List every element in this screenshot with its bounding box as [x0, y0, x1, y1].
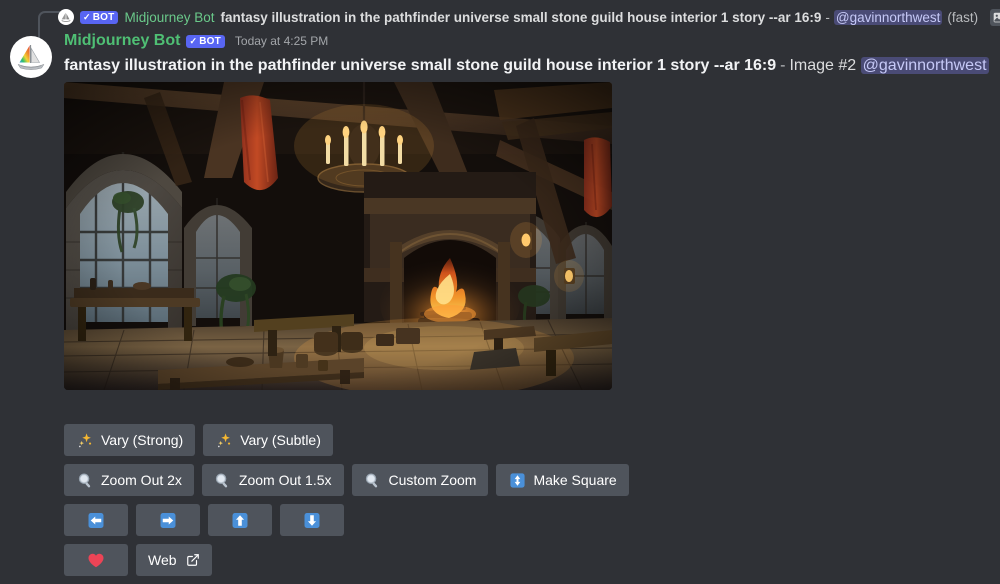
- sparkles-icon: [215, 431, 233, 449]
- arrow-down-icon: [303, 511, 321, 529]
- magnifier-icon: [364, 471, 382, 489]
- arrow-left-icon: [87, 511, 105, 529]
- message-timestamp: Today at 4:25 PM: [234, 34, 329, 48]
- button-row-actions: Web: [64, 544, 964, 576]
- sparkles-icon: [76, 431, 94, 449]
- pan-left-button[interactable]: [64, 504, 128, 536]
- bot-check-icon: ✓: [189, 35, 198, 46]
- arrow-right-icon: [159, 511, 177, 529]
- zoom-out-2x-button[interactable]: Zoom Out 2x: [64, 464, 194, 496]
- favorite-button[interactable]: [64, 544, 128, 576]
- pan-down-button[interactable]: [280, 504, 344, 536]
- pan-right-button[interactable]: [136, 504, 200, 536]
- midjourney-sailboat-avatar-icon: [13, 39, 49, 75]
- vary-strong-label: Vary (Strong): [101, 432, 184, 448]
- reply-prompt: fantasy illustration in the pathfinder u…: [220, 9, 822, 25]
- guild-house-interior-illustration: [64, 82, 612, 390]
- avatar[interactable]: [10, 36, 52, 78]
- component-button-rows: Vary (Strong) Vary (Subtle) Zoom Out 2x …: [64, 424, 964, 584]
- zoom-out-1-5x-label: Zoom Out 1.5x: [238, 472, 332, 488]
- vary-strong-button[interactable]: Vary (Strong): [64, 424, 196, 456]
- bot-check-icon: ✓: [83, 11, 91, 22]
- image-attachment-icon: [990, 8, 1000, 26]
- reply-mention[interactable]: @gavinnorthwest: [833, 9, 943, 25]
- message-content: fantasy illustration in the pathfinder u…: [64, 56, 1000, 76]
- button-row-pan: [64, 504, 964, 536]
- zoom-out-2x-label: Zoom Out 2x: [101, 472, 182, 488]
- reply-separator: -: [825, 9, 830, 25]
- message: Midjourney Bot ✓ BOT Today at 4:25 PM fan…: [0, 30, 1000, 576]
- button-row-vary: Vary (Strong) Vary (Subtle): [64, 424, 964, 456]
- web-label: Web: [148, 552, 177, 568]
- magnifier-icon: [214, 471, 232, 489]
- zoom-out-1-5x-button[interactable]: Zoom Out 1.5x: [201, 464, 344, 496]
- bot-badge: ✓ BOT: [186, 34, 225, 48]
- make-square-label: Make Square: [533, 472, 617, 488]
- message-mention[interactable]: @gavinnorthwest: [860, 57, 989, 74]
- message-separator: -: [780, 57, 786, 74]
- message-author-name[interactable]: Midjourney Bot: [64, 32, 180, 50]
- bot-badge-label: BOT: [199, 35, 221, 47]
- magnifier-icon: [76, 471, 94, 489]
- pan-up-button[interactable]: [208, 504, 272, 536]
- vary-subtle-button[interactable]: Vary (Subtle): [203, 424, 333, 456]
- midjourney-sailboat-avatar-icon: [58, 9, 74, 25]
- reply-preview-text: fantasy illustration in the pathfinder u…: [220, 9, 979, 25]
- message-body: Midjourney Bot ✓ BOT Today at 4:25 PM fan…: [0, 30, 1000, 76]
- vary-subtle-label: Vary (Subtle): [240, 432, 321, 448]
- message-header: Midjourney Bot ✓ BOT Today at 4:25 PM: [64, 30, 1000, 52]
- arrow-up-icon: [231, 511, 249, 529]
- button-row-zoom: Zoom Out 2x Zoom Out 1.5x Custom Zoom Ma…: [64, 464, 964, 496]
- message-image-label: Image #2: [789, 57, 857, 74]
- custom-zoom-button[interactable]: Custom Zoom: [351, 464, 489, 496]
- generated-image[interactable]: [64, 82, 612, 390]
- message-prompt: fantasy illustration in the pathfinder u…: [64, 57, 777, 74]
- bot-badge-label: BOT: [92, 11, 115, 23]
- reply-mode: (fast): [947, 9, 979, 25]
- updown-arrow-icon: [508, 471, 526, 489]
- reply-reference[interactable]: ✓ BOT Midjourney Bot fantasy illustration…: [0, 6, 1000, 28]
- red-heart-icon: [87, 551, 105, 569]
- reply-author-name[interactable]: Midjourney Bot: [124, 10, 214, 25]
- make-square-button[interactable]: Make Square: [496, 464, 629, 496]
- custom-zoom-label: Custom Zoom: [388, 472, 477, 488]
- bot-badge: ✓ BOT: [80, 10, 119, 24]
- web-button[interactable]: Web: [136, 544, 212, 576]
